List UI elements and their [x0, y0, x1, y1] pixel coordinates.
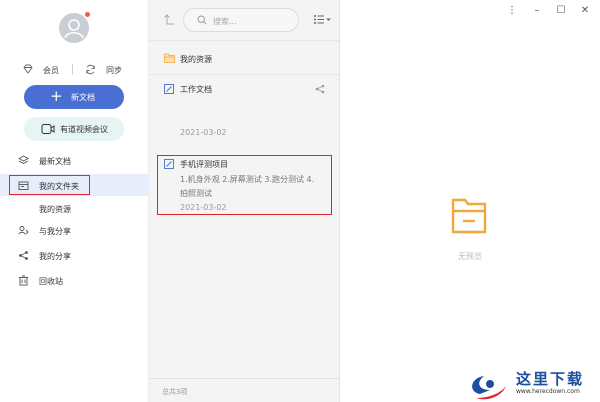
list-item[interactable]: 工作文档 2021-03-02 [149, 80, 340, 144]
watermark-text: 这里下载 [516, 370, 585, 388]
highlight-frame [9, 175, 90, 195]
sidebar-item-shared-with-me[interactable]: 与我分享 [0, 219, 149, 241]
vip-link[interactable]: 会员 [43, 65, 59, 76]
sort-list-icon[interactable] [313, 14, 331, 25]
share-icon[interactable] [315, 84, 325, 94]
folder-item-label: 我的资源 [180, 55, 212, 64]
share-icon [19, 251, 28, 260]
sidebar-item-my-shares[interactable]: 我的分享 [0, 244, 149, 266]
sidebar-item-trash[interactable]: 回收站 [0, 269, 149, 291]
sidebar-item-label: 我的资源 [39, 205, 71, 214]
new-doc-label: 新文档 [71, 93, 95, 102]
folder-icon [164, 53, 175, 63]
search-icon [197, 15, 207, 25]
more-menu-icon[interactable]: ⋮ [506, 5, 518, 17]
back-icon[interactable] [163, 14, 175, 26]
video-camera-icon [41, 124, 55, 134]
layers-icon [18, 155, 29, 165]
folder-item-my-resources[interactable]: 我的资源 [149, 44, 340, 72]
highlight-frame [157, 155, 332, 215]
document-edit-icon [164, 84, 174, 94]
avatar[interactable] [59, 13, 89, 43]
user-icon [59, 13, 89, 43]
diamond-icon [23, 64, 33, 74]
video-meeting-button[interactable]: 有道视频会议 [24, 117, 124, 141]
preview-panel: ⋮ – ☐ ✕ 无预览 [341, 0, 600, 402]
empty-folder-icon [451, 198, 487, 234]
sidebar-item-label: 我的分享 [39, 252, 71, 261]
plus-icon: + [50, 87, 63, 105]
separator [72, 64, 73, 75]
search-input[interactable]: 搜索... [183, 8, 299, 32]
sidebar-item-my-folders[interactable]: 我的文件夹 [0, 174, 149, 196]
item-count-footer: 总共3项 [149, 378, 340, 402]
divider [149, 40, 340, 41]
sidebar-item-label: 回收站 [39, 277, 63, 286]
new-doc-button[interactable]: + 新文档 [24, 85, 124, 109]
no-preview-text: 无预览 [458, 252, 482, 261]
doc-date: 2021-03-02 [180, 128, 227, 137]
notification-dot [85, 12, 90, 17]
item-count: 总共3项 [162, 388, 188, 396]
watermark-url: www.herecdown.com [516, 388, 580, 395]
search-placeholder: 搜索... [213, 17, 237, 26]
account-row: 会员 同步 [20, 63, 130, 77]
sync-icon[interactable] [85, 64, 96, 75]
sidebar-item-my-resources[interactable]: 我的资源 [0, 197, 149, 219]
video-meeting-label: 有道视频会议 [60, 125, 108, 134]
sidebar-item-label: 最新文档 [39, 157, 71, 166]
minimize-icon[interactable]: – [531, 5, 543, 17]
sidebar-item-label: 与我分享 [39, 227, 71, 236]
maximize-icon[interactable]: ☐ [555, 5, 567, 17]
trash-icon [19, 275, 28, 286]
sync-link[interactable]: 同步 [106, 65, 122, 76]
sidebar-item-recent[interactable]: 最新文档 [0, 149, 149, 171]
sidebar: 会员 同步 + 新文档 有道视频会议 最新文档 我的文件夹 我的资源 与我分享 … [0, 0, 149, 402]
list-toolbar: 搜索... [149, 0, 340, 40]
doc-title: 工作文档 [180, 85, 212, 94]
close-icon[interactable]: ✕ [579, 5, 591, 17]
shared-with-me-icon [18, 226, 29, 235]
divider [149, 74, 340, 75]
